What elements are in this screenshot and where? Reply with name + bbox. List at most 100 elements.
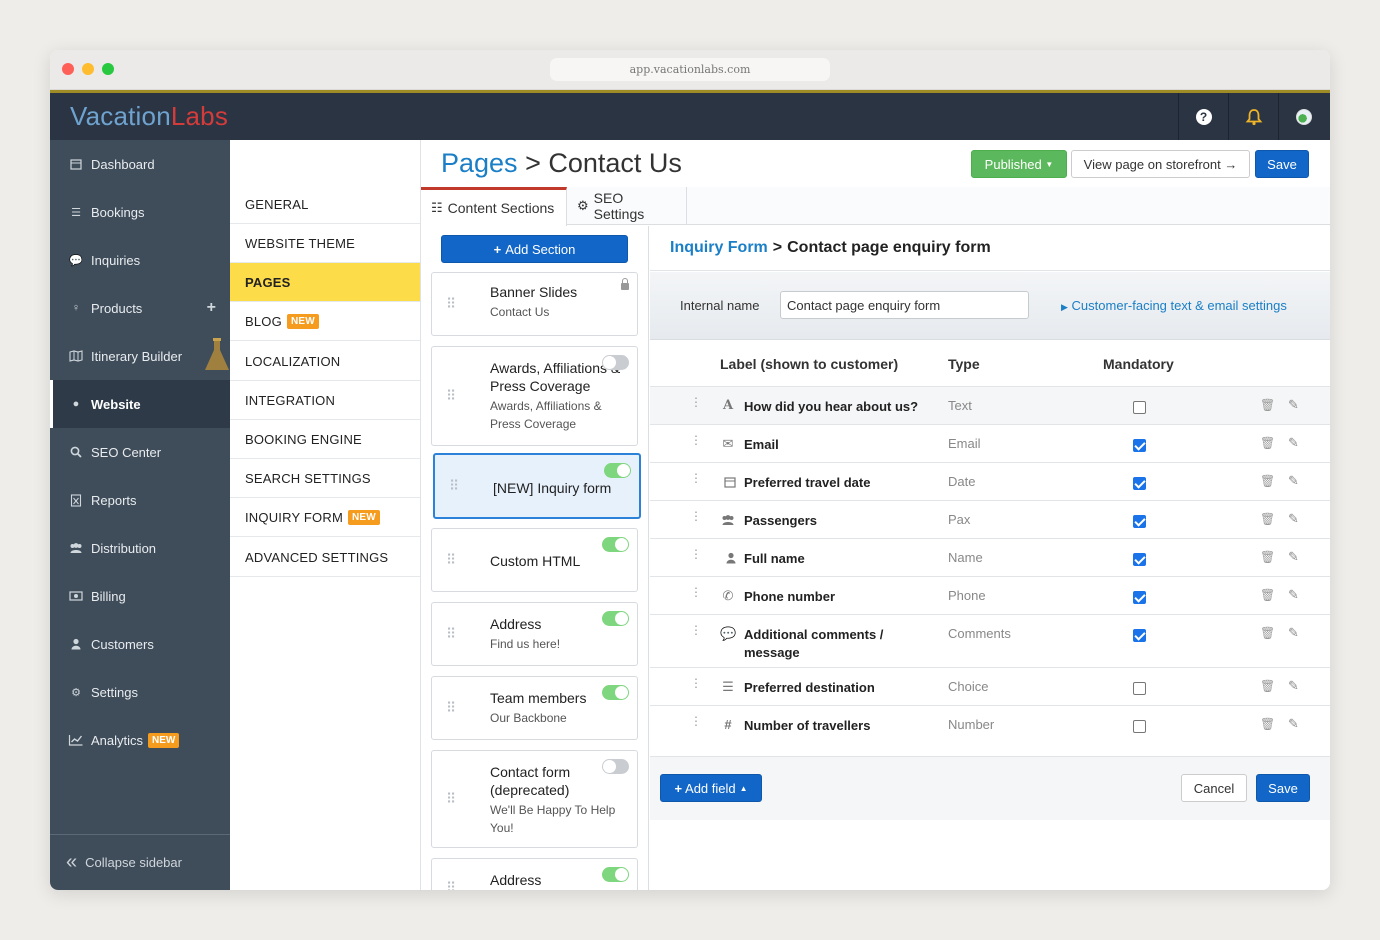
- drag-handle-icon[interactable]: ⋮: [690, 677, 702, 689]
- subnav-item-inquiry-form[interactable]: INQUIRY FORM NEW: [230, 498, 420, 537]
- mandatory-checkbox[interactable]: [1133, 401, 1146, 414]
- section-card[interactable]: ⠿ Custom HTML: [431, 528, 638, 592]
- table-row[interactable]: ⋮ Full name Name 🗑 ✎: [650, 538, 1330, 576]
- subnav-item-integration[interactable]: INTEGRATION: [230, 381, 420, 420]
- sidebar-item-distribution[interactable]: Distribution: [50, 524, 230, 572]
- table-row[interactable]: ⋮ Passengers Pax 🗑 ✎: [650, 500, 1330, 538]
- save-form-button[interactable]: Save: [1256, 774, 1310, 802]
- drag-handle-icon[interactable]: ⠿: [449, 478, 459, 495]
- maximize-window-button[interactable]: [102, 63, 114, 75]
- sidebar-item-website[interactable]: ● Website: [50, 380, 230, 428]
- section-visibility-toggle[interactable]: [602, 611, 629, 626]
- table-row[interactable]: ⋮ # Number of travellers Number 🗑 ✎: [650, 705, 1330, 756]
- trash-icon[interactable]: 🗑: [1260, 512, 1275, 526]
- sidebar-item-products[interactable]: ♀ Products +: [50, 284, 230, 332]
- mandatory-checkbox[interactable]: [1133, 591, 1146, 604]
- drag-handle-icon[interactable]: ⋮: [690, 396, 702, 408]
- subnav-item-search-settings[interactable]: SEARCH SETTINGS: [230, 459, 420, 498]
- save-button[interactable]: Save: [1255, 150, 1309, 178]
- section-card[interactable]: ⠿ Awards, Affiliations & Press Coverage …: [431, 346, 638, 446]
- section-card[interactable]: ⠿ Contact form (deprecated) We'll Be Hap…: [431, 750, 638, 848]
- table-row[interactable]: ⋮ ✉ Email Email 🗑 ✎: [650, 424, 1330, 462]
- help-button[interactable]: ?: [1178, 93, 1228, 140]
- notifications-button[interactable]: [1228, 93, 1278, 140]
- drag-handle-icon[interactable]: ⋮: [690, 586, 702, 598]
- brand-logo[interactable]: VacationLabs: [70, 101, 228, 132]
- drag-handle-icon[interactable]: ⋮: [690, 434, 702, 446]
- inquiry-form-link[interactable]: Inquiry Form: [670, 239, 768, 257]
- sidebar-item-dashboard[interactable]: Dashboard: [50, 140, 230, 188]
- address-bar[interactable]: app.vacationlabs.com: [550, 58, 830, 81]
- pencil-icon[interactable]: ✎: [1288, 625, 1299, 641]
- subnav-item-blog[interactable]: BLOG NEW: [230, 302, 420, 341]
- pencil-icon[interactable]: ✎: [1288, 511, 1299, 527]
- drag-handle-icon[interactable]: ⋮: [690, 624, 702, 636]
- section-card[interactable]: ⠿ Address Find us here!: [431, 602, 638, 666]
- trash-icon[interactable]: 🗑: [1260, 588, 1275, 602]
- drag-handle-icon[interactable]: ⋮: [690, 715, 702, 727]
- section-visibility-toggle[interactable]: [602, 355, 629, 370]
- drag-handle-icon[interactable]: ⠿: [446, 626, 456, 643]
- cancel-button[interactable]: Cancel: [1181, 774, 1247, 802]
- mandatory-checkbox[interactable]: [1133, 682, 1146, 695]
- sidebar-item-settings[interactable]: ⚙ Settings: [50, 668, 230, 716]
- drag-handle-icon[interactable]: ⋮: [690, 510, 702, 522]
- tab-content-sections[interactable]: ☷ Content Sections: [421, 187, 567, 226]
- subnav-item-pages[interactable]: PAGES: [230, 263, 420, 302]
- subnav-item-website-theme[interactable]: WEBSITE THEME: [230, 224, 420, 263]
- close-window-button[interactable]: [62, 63, 74, 75]
- trash-icon[interactable]: 🗑: [1260, 436, 1275, 450]
- pencil-icon[interactable]: ✎: [1288, 473, 1299, 489]
- add-field-button[interactable]: + Add field ▲: [660, 774, 762, 802]
- mandatory-checkbox[interactable]: [1133, 629, 1146, 642]
- trash-icon[interactable]: 🗑: [1260, 626, 1275, 640]
- section-visibility-toggle[interactable]: [602, 537, 629, 552]
- trash-icon[interactable]: 🗑: [1260, 474, 1275, 488]
- drag-handle-icon[interactable]: ⠿: [446, 388, 456, 405]
- sidebar-item-seo-center[interactable]: SEO Center: [50, 428, 230, 476]
- section-visibility-toggle[interactable]: [602, 685, 629, 700]
- tab-seo-settings[interactable]: ⚙ SEO Settings: [567, 187, 687, 225]
- view-storefront-button[interactable]: View page on storefront →: [1071, 150, 1250, 178]
- trash-icon[interactable]: 🗑: [1260, 717, 1275, 731]
- drag-handle-icon[interactable]: ⠿: [446, 296, 456, 313]
- section-card[interactable]: ⠿ Address: [431, 858, 638, 890]
- collapse-sidebar-button[interactable]: « Collapse sidebar: [50, 834, 230, 890]
- drag-handle-icon[interactable]: ⠿: [446, 880, 456, 891]
- subnav-item-general[interactable]: GENERAL: [230, 185, 420, 224]
- mandatory-checkbox[interactable]: [1133, 720, 1146, 733]
- section-visibility-toggle[interactable]: [602, 867, 629, 882]
- mandatory-checkbox[interactable]: [1133, 439, 1146, 452]
- section-card[interactable]: ⠿ Team members Our Backbone: [431, 676, 638, 740]
- trash-icon[interactable]: 🗑: [1260, 550, 1275, 564]
- add-product-button[interactable]: +: [207, 299, 216, 317]
- drag-handle-icon[interactable]: ⋮: [690, 548, 702, 560]
- subnav-item-localization[interactable]: LOCALIZATION: [230, 342, 420, 381]
- trash-icon[interactable]: 🗑: [1260, 398, 1275, 412]
- sidebar-item-customers[interactable]: Customers: [50, 620, 230, 668]
- minimize-window-button[interactable]: [82, 63, 94, 75]
- drag-handle-icon[interactable]: ⠿: [446, 552, 456, 569]
- pencil-icon[interactable]: ✎: [1288, 435, 1299, 451]
- mandatory-checkbox[interactable]: [1133, 477, 1146, 490]
- customer-facing-settings-link[interactable]: ▶ Customer-facing text & email settings: [1061, 298, 1287, 313]
- sidebar-item-inquiries[interactable]: 💬 Inquiries: [50, 236, 230, 284]
- pencil-icon[interactable]: ✎: [1288, 397, 1299, 413]
- table-row[interactable]: ⋮ A How did you hear about us? Text 🗑 ✎: [650, 386, 1330, 424]
- add-section-button[interactable]: + Add Section: [441, 235, 628, 263]
- drag-handle-icon[interactable]: ⠿: [446, 700, 456, 717]
- table-row[interactable]: ⋮ ✆ Phone number Phone 🗑 ✎: [650, 576, 1330, 614]
- language-button[interactable]: [1278, 93, 1328, 140]
- table-row[interactable]: ⋮ 💬 Additional comments / message Commen…: [650, 614, 1330, 667]
- internal-name-input[interactable]: [780, 291, 1029, 319]
- sidebar-item-billing[interactable]: Billing: [50, 572, 230, 620]
- subnav-item-booking-engine[interactable]: BOOKING ENGINE: [230, 420, 420, 459]
- published-dropdown[interactable]: Published ▼: [971, 150, 1067, 178]
- pencil-icon[interactable]: ✎: [1288, 716, 1299, 732]
- sidebar-item-itinerary-builder[interactable]: Itinerary Builder: [50, 332, 230, 380]
- pencil-icon[interactable]: ✎: [1288, 587, 1299, 603]
- breadcrumb-pages-link[interactable]: Pages: [441, 148, 518, 178]
- trash-icon[interactable]: 🗑: [1260, 679, 1275, 693]
- pencil-icon[interactable]: ✎: [1288, 678, 1299, 694]
- mandatory-checkbox[interactable]: [1133, 553, 1146, 566]
